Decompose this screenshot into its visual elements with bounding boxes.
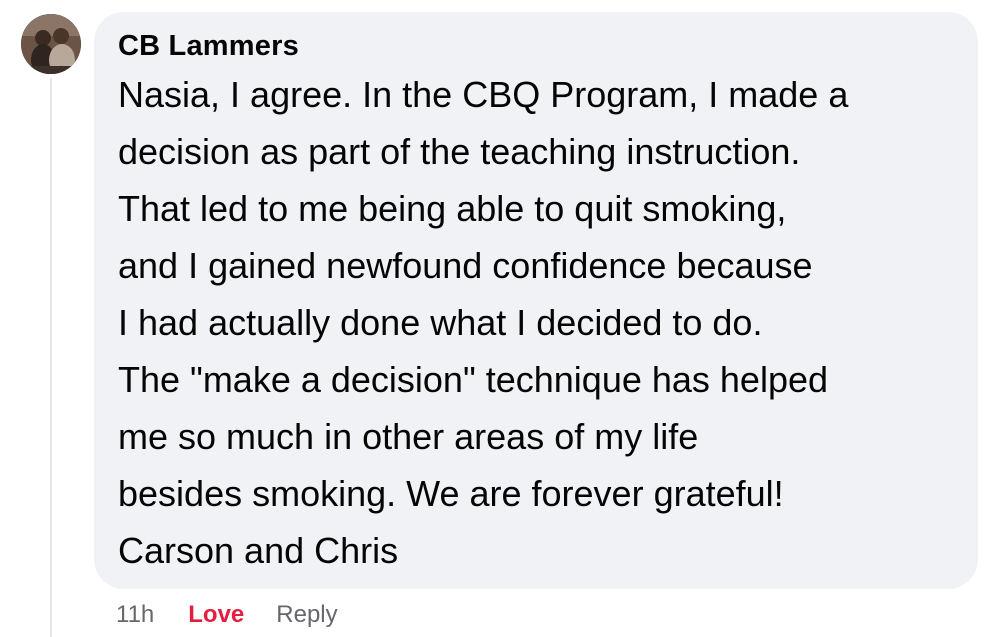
avatar-photo xyxy=(21,14,81,74)
comment-line: me so much in other areas of my life xyxy=(118,416,699,457)
comment-line: decision as part of the teaching instruc… xyxy=(118,131,801,172)
comment-text: Nasia, I agree. In the CBQ Program, I ma… xyxy=(118,66,954,579)
comment-line: I had actually done what I decided to do… xyxy=(118,302,763,343)
comment-line: Nasia, I agree. In the CBQ Program, I ma… xyxy=(118,74,849,115)
reply-button[interactable]: Reply xyxy=(276,601,337,629)
love-reaction-button[interactable]: Love xyxy=(188,601,244,629)
comment-line: and I gained newfound confidence because xyxy=(118,245,813,286)
comment-actions: 11h Love Reply xyxy=(116,600,338,630)
comment-line: besides smoking. We are forever grateful… xyxy=(118,473,784,514)
comment-line: That led to me being able to quit smokin… xyxy=(118,188,787,229)
reply-thread-line xyxy=(50,78,52,637)
comment-timestamp[interactable]: 11h xyxy=(116,601,154,629)
comment-line: Carson and Chris xyxy=(118,530,399,571)
avatar[interactable] xyxy=(21,14,81,74)
comment-line: The "make a decision" technique has help… xyxy=(118,359,829,400)
comment-author[interactable]: CB Lammers xyxy=(118,28,954,64)
comment-bubble: CB Lammers Nasia, I agree. In the CBQ Pr… xyxy=(94,12,978,589)
